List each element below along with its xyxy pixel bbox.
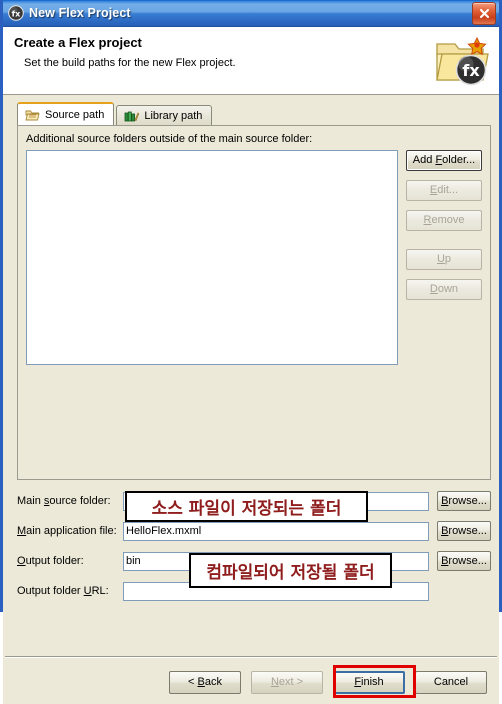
source-path-panel: Additional source folders outside of the… [17,125,491,480]
wizard-footer: < Back Next > Finish Cancel [3,665,499,699]
output-folder-url-label: Output folder URL: [17,585,109,597]
annotation-source-folder: 소스 파일이 저장되는 폴더 [125,491,368,522]
cancel-button[interactable]: Cancel [415,670,487,694]
close-icon[interactable] [472,2,496,25]
main-source-folder-label: Main source folder: [17,495,111,507]
tab-source-path[interactable]: Source path [17,102,115,125]
browse-output-folder-button[interactable]: Browse... [437,551,491,571]
up-button: Up [406,249,482,270]
svg-text:fx: fx [462,61,480,80]
page-subtitle: Set the build paths for the new Flex pro… [24,57,236,69]
tab-label: Library path [144,109,203,122]
main-application-file-label: Main application file: [17,525,117,537]
browse-main-source-folder-button[interactable]: Browse... [437,491,491,511]
tab-label: Source path [45,109,105,121]
next-button: Next > [251,670,323,694]
browse-main-application-file-button[interactable]: Browse... [437,521,491,541]
add-folder-button[interactable]: Add Folder... [406,150,482,171]
path-tabs: Source path Library path [17,102,213,125]
edit-button: Edit... [406,180,482,201]
page-title: Create a Flex project [14,35,142,50]
wizard-header: Create a Flex project Set the build path… [3,27,499,95]
window-title: New Flex Project [29,6,131,20]
down-button: Down [406,279,482,300]
annotation-output-folder: 컴파일되어 저장될 폴더 [189,553,392,588]
main-application-file-input[interactable] [123,521,429,541]
back-button[interactable]: < Back [169,670,241,694]
folder-action-buttons: Add Folder... Edit... Remove Up Down [406,150,482,309]
flex-project-folder-icon: fx [433,32,491,90]
window-title-bar: fx New Flex Project [3,0,499,27]
output-folder-label: Output folder: [17,555,84,567]
additional-folders-label: Additional source folders outside of the… [26,133,313,145]
tab-library-path[interactable]: Library path [116,105,213,125]
source-folder-icon [25,108,40,122]
finish-button[interactable]: Finish [333,670,405,694]
flex-fx-icon: fx [8,5,24,21]
footer-separator [5,656,497,658]
svg-text:fx: fx [12,9,21,18]
library-books-icon [124,109,140,123]
dialog-body: Source path Library path Additional sour… [3,95,499,704]
remove-button: Remove [406,210,482,231]
additional-source-folders-list[interactable] [26,150,398,365]
main-application-file-row: Main application file: Browse... [17,520,491,542]
new-flex-project-dialog: fx New Flex Project Create a Flex projec… [0,0,502,704]
